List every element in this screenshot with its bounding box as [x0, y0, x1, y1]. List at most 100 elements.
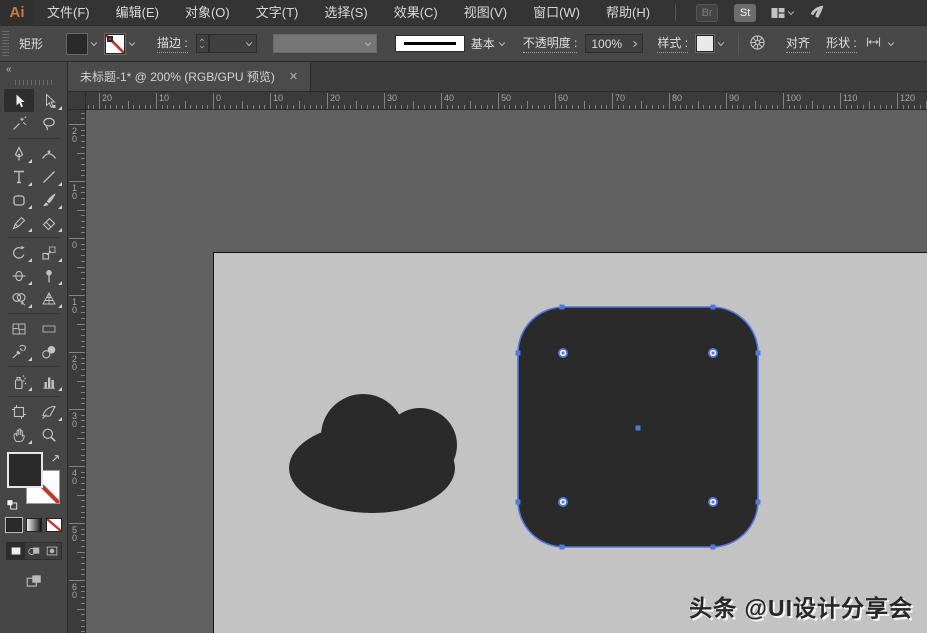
menu-item-3[interactable]: 文字(T): [243, 0, 312, 26]
chevron-down-icon: [786, 8, 796, 18]
hand-tool[interactable]: [4, 423, 34, 446]
ruler-tick: [612, 93, 613, 109]
default-fill-stroke-button[interactable]: [5, 495, 20, 510]
artboard-tool[interactable]: [4, 400, 34, 423]
fill-proxy-swatch[interactable]: [7, 452, 43, 488]
draw-normal-button[interactable]: [7, 543, 25, 559]
control-bar-grip[interactable]: [2, 31, 9, 57]
vertical-ruler[interactable]: 2 01 001 02 03 04 05 06 07 0: [68, 110, 86, 633]
width-tool[interactable]: [4, 264, 34, 287]
draw-inside-button[interactable]: [43, 543, 61, 559]
rectangle-tool[interactable]: [4, 188, 34, 211]
ruler-tick: [77, 552, 85, 553]
ruler-tick: [413, 101, 414, 109]
document-tab[interactable]: 未标题-1* @ 200% (RGB/GPU 预览) ✕: [68, 62, 311, 91]
menu-item-7[interactable]: 窗口(W): [520, 0, 593, 26]
brush-preview[interactable]: [395, 35, 465, 52]
ruler-tick: [81, 534, 85, 535]
pen-tool[interactable]: [4, 142, 34, 165]
fill-color-swatch[interactable]: [67, 34, 87, 54]
panel-collapse-button[interactable]: «: [0, 62, 17, 77]
direct-selection-tool[interactable]: [34, 89, 64, 112]
shape-builder-tool[interactable]: [4, 287, 34, 310]
lasso-tool[interactable]: [34, 112, 64, 135]
brush-definition-dropdown[interactable]: 基本: [471, 35, 495, 52]
draw-behind-button[interactable]: [25, 543, 43, 559]
screen-mode-button[interactable]: [25, 572, 43, 595]
document-tab-bar: 未标题-1* @ 200% (RGB/GPU 预览) ✕: [68, 62, 927, 92]
perspective-grid-tool[interactable]: [34, 287, 64, 310]
align-panel-link[interactable]: 对齐: [786, 34, 810, 53]
control-bar: 矩形 描边 : 基本 不透明度 : 100% 样式 :: [0, 26, 927, 62]
paintbrush-tool[interactable]: [34, 188, 64, 211]
center-point-anchor[interactable]: [636, 426, 641, 431]
ruler-tick: [584, 101, 585, 109]
gradient-button[interactable]: [26, 518, 42, 532]
style-dropdown[interactable]: [714, 34, 728, 54]
canvas[interactable]: 头条 @UI设计分享会: [86, 110, 927, 633]
panel-grip[interactable]: [15, 80, 53, 85]
column-graph-tool[interactable]: [34, 370, 64, 393]
menu-item-5[interactable]: 效果(C): [381, 0, 451, 26]
cloud-shape[interactable]: [289, 394, 457, 513]
ruler-tick: [81, 443, 85, 444]
free-transform-tool[interactable]: [34, 264, 64, 287]
ruler-tick: [851, 105, 852, 109]
ruler-corner[interactable]: [68, 92, 86, 110]
color-button[interactable]: [6, 518, 22, 532]
shaper-tool[interactable]: [4, 211, 34, 234]
mesh-tool[interactable]: [4, 317, 34, 340]
menu-item-2[interactable]: 对象(O): [172, 0, 243, 26]
zoom-tool[interactable]: [34, 423, 64, 446]
bridge-button[interactable]: Br: [696, 4, 718, 22]
magic-wand-tool[interactable]: [4, 112, 34, 135]
ruler-tick: [492, 105, 493, 109]
stock-button[interactable]: St: [734, 4, 756, 22]
swap-fill-stroke-button[interactable]: [50, 452, 63, 465]
symbol-sprayer-tool[interactable]: [4, 370, 34, 393]
opacity-field[interactable]: 100%: [585, 34, 643, 53]
curvature-tool[interactable]: [34, 142, 64, 165]
shape-width-control[interactable]: [865, 34, 882, 53]
ruler-tick: [641, 101, 642, 109]
line-segment-tool[interactable]: [34, 165, 64, 188]
menu-item-4[interactable]: 选择(S): [311, 0, 380, 26]
horizontal-ruler[interactable]: 20100102030405060708090100110120: [86, 92, 927, 110]
eraser-tool[interactable]: [34, 211, 64, 234]
slice-tool[interactable]: [34, 400, 64, 423]
tab-close-button[interactable]: ✕: [289, 70, 298, 83]
paintbrush-tool-icon: [41, 192, 57, 208]
menu-item-0[interactable]: 文件(F): [34, 0, 103, 26]
stroke-weight-stepper[interactable]: [196, 34, 209, 53]
selection-tool[interactable]: [4, 89, 34, 112]
workspace-switcher-button[interactable]: [770, 5, 796, 21]
ruler-label: 50: [501, 93, 511, 103]
menu-item-8[interactable]: 帮助(H): [593, 0, 663, 26]
fill-color-dropdown[interactable]: [87, 34, 101, 54]
stroke-panel-link[interactable]: 描边 :: [157, 34, 188, 53]
ruler-tick: [81, 192, 85, 193]
stroke-weight-dropdown[interactable]: [209, 34, 257, 53]
opacity-panel-link[interactable]: 不透明度 :: [523, 34, 578, 53]
menu-item-6[interactable]: 视图(V): [451, 0, 520, 26]
recolor-artwork-button[interactable]: [749, 34, 766, 54]
shape-panel-link[interactable]: 形状 :: [826, 34, 857, 53]
brush-definition-chevron[interactable]: [495, 34, 509, 54]
stroke-color-swatch[interactable]: [105, 34, 125, 54]
eyedropper-tool[interactable]: [4, 340, 34, 363]
style-swatch[interactable]: [696, 35, 714, 52]
rotate-tool[interactable]: [4, 241, 34, 264]
default-swatches-icon: [5, 495, 20, 510]
ruler-tick: [686, 105, 687, 109]
menu-item-1[interactable]: 编辑(E): [103, 0, 172, 26]
none-button[interactable]: [46, 518, 62, 532]
ruler-tick: [578, 105, 579, 109]
gpu-performance-button[interactable]: [808, 4, 825, 21]
scale-tool[interactable]: [34, 241, 64, 264]
type-tool[interactable]: [4, 165, 34, 188]
ruler-tick: [726, 93, 727, 109]
style-panel-link[interactable]: 样式 :: [657, 34, 688, 53]
gradient-tool[interactable]: [34, 317, 64, 340]
stroke-color-dropdown[interactable]: [125, 34, 139, 54]
blend-tool[interactable]: [34, 340, 64, 363]
